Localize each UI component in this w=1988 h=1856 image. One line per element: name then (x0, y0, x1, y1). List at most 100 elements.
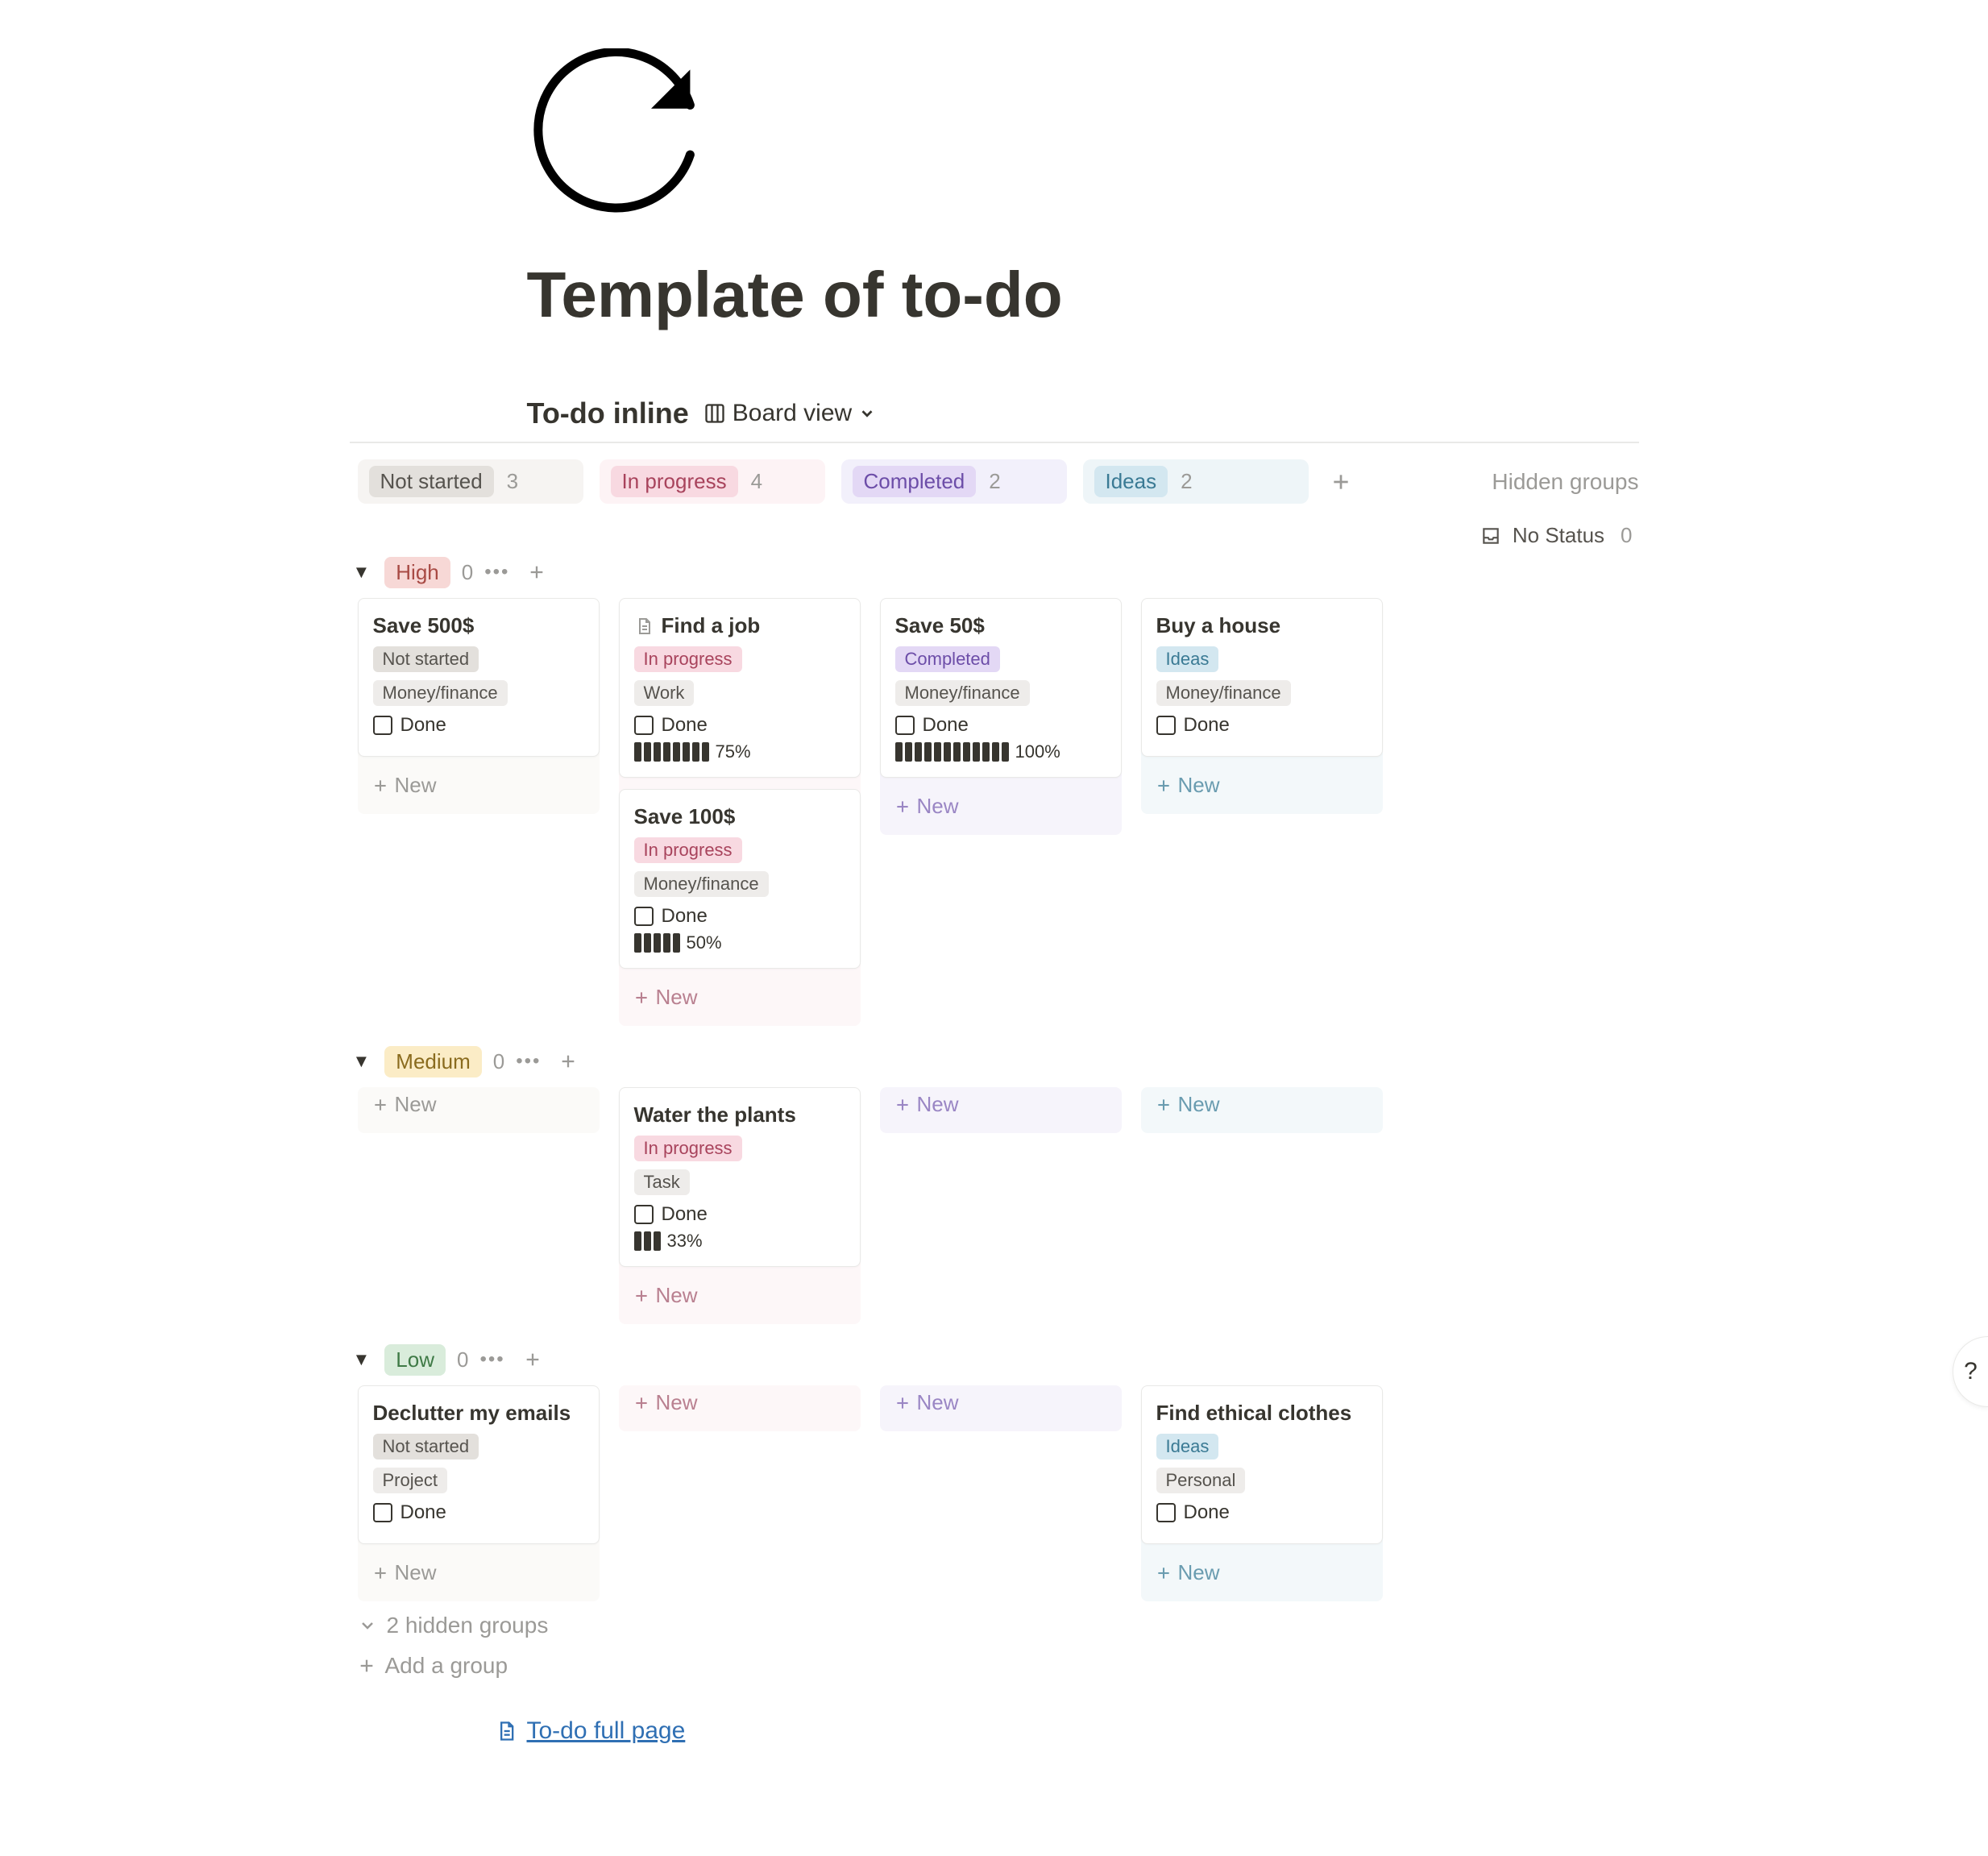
done-label: Done (401, 714, 446, 737)
tag-status: Ideas (1156, 1434, 1219, 1459)
card-water-plants[interactable]: Water the plants In progress Task Done 3… (619, 1087, 861, 1267)
new-card-button[interactable]: New (619, 1278, 861, 1313)
group-pill-medium[interactable]: Medium (384, 1046, 481, 1077)
group-menu-high[interactable]: ••• (484, 561, 509, 583)
full-page-label: To-do full page (527, 1717, 686, 1745)
done-label: Done (662, 1203, 708, 1226)
column-in-progress-medium: Water the plants In progress Task Done 3… (619, 1087, 861, 1324)
tag-category: Task (634, 1169, 690, 1195)
card-title: Save 100$ (634, 804, 736, 829)
page-icon (495, 1720, 517, 1742)
column-header-in-progress[interactable]: In progress 4 (600, 459, 825, 504)
tag-status: In progress (634, 646, 742, 672)
group-pill-low[interactable]: Low (384, 1344, 446, 1376)
status-pill-completed: Completed (853, 466, 977, 497)
column-header-completed[interactable]: Completed 2 (841, 459, 1067, 504)
new-card-button[interactable]: New (358, 1087, 600, 1122)
group-add-high[interactable] (521, 556, 553, 588)
board-icon (703, 402, 726, 425)
group-add-medium[interactable] (552, 1045, 584, 1077)
no-status-count: 0 (1621, 523, 1632, 548)
checkbox-icon[interactable] (895, 716, 915, 735)
card-save-50[interactable]: Save 50$ Completed Money/finance Done 10… (880, 598, 1122, 778)
column-in-progress-high: Find a job In progress Work Done 75% Sav… (619, 598, 861, 1026)
new-card-button[interactable]: New (1141, 768, 1383, 803)
group-pill-high[interactable]: High (384, 557, 450, 588)
card-title: Save 50$ (895, 613, 985, 638)
page-icon (634, 617, 654, 636)
done-label: Done (923, 714, 969, 737)
card-find-job[interactable]: Find a job In progress Work Done 75% (619, 598, 861, 778)
checkbox-icon[interactable] (1156, 1503, 1176, 1522)
checkbox-icon[interactable] (373, 716, 392, 735)
progress-bars (634, 933, 680, 953)
card-ethical-clothes[interactable]: Find ethical clothes Ideas Personal Done (1141, 1385, 1383, 1544)
checkbox-icon[interactable] (634, 1205, 654, 1224)
column-completed-low: New (880, 1385, 1122, 1431)
new-card-button[interactable]: New (358, 768, 600, 803)
group-menu-low[interactable]: ••• (479, 1348, 504, 1371)
tag-category: Money/finance (634, 871, 769, 897)
checkbox-icon[interactable] (373, 1503, 392, 1522)
group-add-low[interactable] (517, 1343, 549, 1376)
card-declutter-emails[interactable]: Declutter my emails Not started Project … (358, 1385, 600, 1544)
done-label: Done (662, 905, 708, 928)
add-group-label: Add a group (385, 1653, 508, 1679)
group-toggle-medium[interactable]: ▼ (350, 1051, 374, 1072)
view-label: Board view (733, 400, 852, 427)
column-in-progress-low: New (619, 1385, 861, 1431)
tag-category: Personal (1156, 1468, 1246, 1493)
progress-bars (895, 742, 1009, 762)
count-not-started: 3 (507, 469, 518, 494)
page-title: Template of to-do (527, 258, 1639, 332)
new-card-button[interactable]: New (619, 1385, 861, 1420)
add-group-button[interactable]: Add a group (358, 1653, 1639, 1679)
group-menu-medium[interactable]: ••• (516, 1050, 541, 1073)
new-card-button[interactable]: New (358, 1555, 600, 1590)
tag-status: In progress (634, 837, 742, 863)
checkbox-icon[interactable] (1156, 716, 1176, 735)
new-card-button[interactable]: New (880, 1087, 1122, 1122)
card-save-500[interactable]: Save 500$ Not started Money/finance Done (358, 598, 600, 757)
new-card-button[interactable]: New (880, 789, 1122, 824)
column-ideas-high: Buy a house Ideas Money/finance Done New (1141, 598, 1383, 814)
status-pill-in-progress: In progress (611, 466, 738, 497)
card-title: Buy a house (1156, 613, 1281, 638)
progress-pct: 50% (687, 932, 722, 953)
add-column-button[interactable] (1325, 466, 1357, 498)
count-completed: 2 (989, 469, 1000, 494)
progress-pct: 100% (1015, 741, 1060, 762)
new-card-button[interactable]: New (619, 980, 861, 1015)
full-page-link[interactable]: To-do full page (495, 1717, 1639, 1745)
card-title: Find a job (662, 613, 761, 638)
card-save-100[interactable]: Save 100$ In progress Money/finance Done… (619, 789, 861, 969)
checkbox-icon[interactable] (634, 907, 654, 926)
count-ideas: 2 (1181, 469, 1192, 494)
column-header-ideas[interactable]: Ideas 2 (1083, 459, 1309, 504)
checkbox-icon[interactable] (634, 716, 654, 735)
group-count-medium: 0 (493, 1049, 504, 1074)
card-buy-house[interactable]: Buy a house Ideas Money/finance Done (1141, 598, 1383, 757)
tag-category: Money/finance (373, 680, 508, 706)
hidden-groups-toggle[interactable]: 2 hidden groups (358, 1613, 1639, 1638)
progress-pct: 75% (716, 741, 751, 762)
group-toggle-low[interactable]: ▼ (350, 1349, 374, 1370)
column-ideas-low: Find ethical clothes Ideas Personal Done… (1141, 1385, 1383, 1601)
done-label: Done (1184, 1501, 1230, 1524)
tag-status: Not started (373, 646, 479, 672)
new-card-button[interactable]: New (1141, 1555, 1383, 1590)
new-card-button[interactable]: New (880, 1385, 1122, 1420)
no-status-label[interactable]: No Status (1513, 523, 1604, 548)
progress-bars (634, 1231, 661, 1251)
view-switcher[interactable]: Board view (703, 400, 876, 427)
column-header-not-started[interactable]: Not started 3 (358, 459, 583, 504)
new-card-button[interactable]: New (1141, 1087, 1383, 1122)
help-button[interactable]: ? (1953, 1336, 1988, 1407)
group-count-low: 0 (457, 1347, 468, 1372)
group-toggle-high[interactable]: ▼ (350, 562, 374, 583)
tag-status: Not started (373, 1434, 479, 1459)
hidden-groups-label[interactable]: Hidden groups (1492, 469, 1638, 495)
database-title[interactable]: To-do inline (527, 397, 689, 430)
chevron-down-icon (858, 405, 876, 422)
inbox-icon (1480, 525, 1501, 546)
